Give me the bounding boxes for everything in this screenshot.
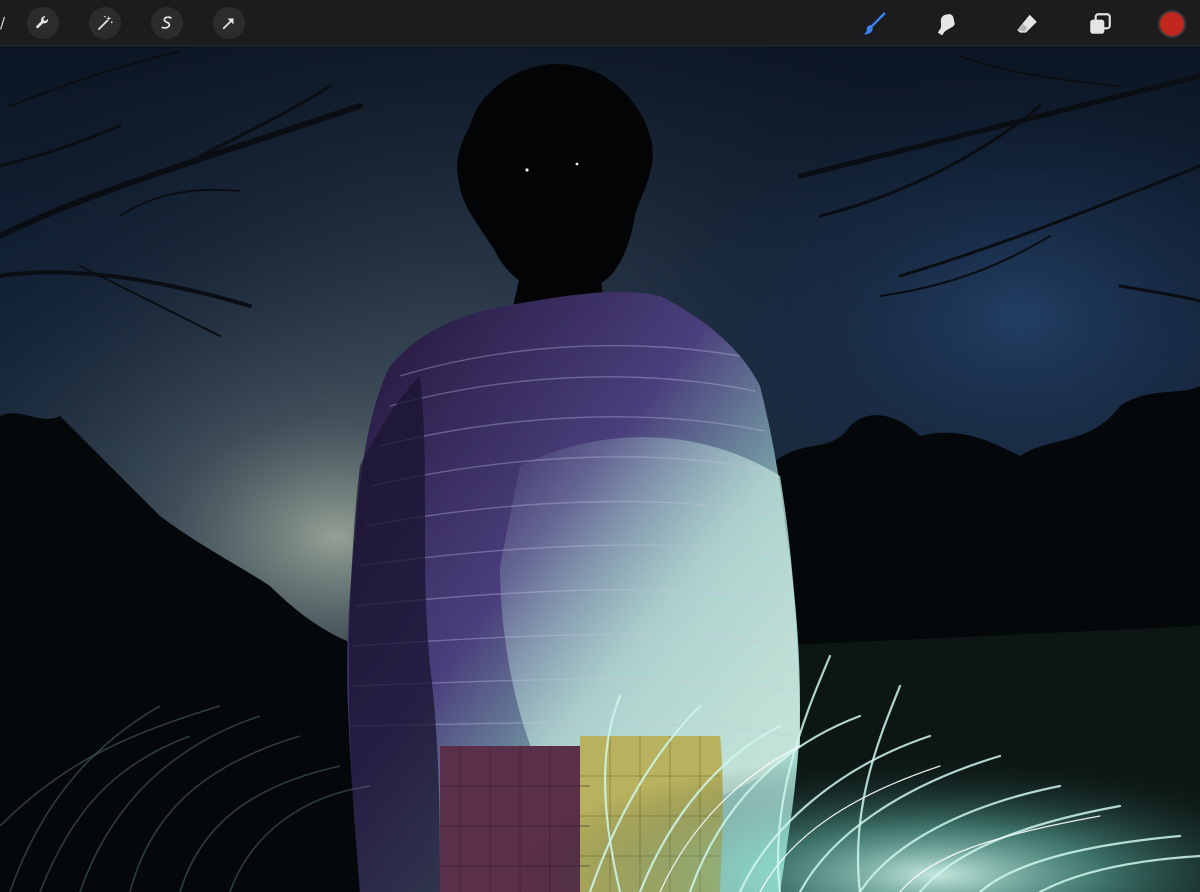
selection-s-icon [161, 16, 172, 29]
actions-button[interactable] [27, 7, 59, 39]
layers-button[interactable] [1085, 9, 1115, 39]
adjustments-button[interactable] [89, 7, 121, 39]
wrench-icon [36, 16, 49, 29]
brush-button[interactable] [859, 9, 889, 39]
top-toolbar: / [0, 0, 1200, 46]
magic-wand-icon [98, 15, 113, 30]
artwork-night-figure-in-grass [0, 46, 1200, 892]
transform-button[interactable] [213, 7, 245, 39]
color-swatch-button[interactable] [1158, 10, 1186, 38]
gallery-button[interactable]: / [0, 13, 8, 33]
smudge-button[interactable] [932, 9, 962, 39]
brush-icon [863, 12, 886, 35]
layers-icon [1090, 13, 1111, 34]
selection-button[interactable] [151, 7, 183, 39]
procreate-app: / [0, 0, 1200, 892]
eraser-icon [1017, 14, 1037, 33]
arrow-cursor-icon [222, 18, 234, 30]
eraser-button[interactable] [1012, 9, 1042, 39]
drawing-canvas[interactable] [0, 46, 1200, 892]
smudge-finger-icon [937, 14, 955, 36]
